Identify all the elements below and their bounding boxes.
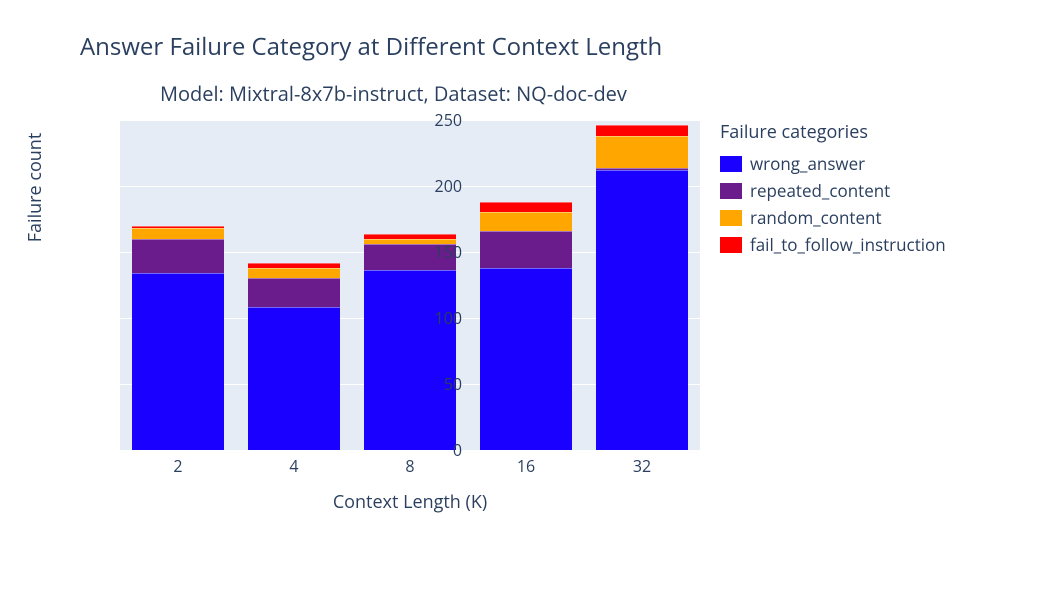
- y-tick-label: 150: [422, 241, 462, 263]
- bar-segment[interactable]: [132, 228, 224, 239]
- bar-segment[interactable]: [132, 226, 224, 229]
- bar-segment[interactable]: [248, 307, 340, 450]
- y-tick-label: 100: [422, 307, 462, 329]
- legend-item[interactable]: repeated_content: [720, 179, 946, 202]
- bar-segment[interactable]: [480, 231, 572, 268]
- y-axis-label: Failure count: [23, 133, 47, 243]
- bar-segment[interactable]: [596, 125, 688, 136]
- chart-subtitle: Model: Mixtral-8x7b-instruct, Dataset: N…: [160, 80, 627, 107]
- legend-label: repeated_content: [750, 179, 890, 202]
- bar-segment[interactable]: [596, 170, 688, 450]
- x-tick-label: 16: [486, 455, 566, 477]
- bar-segment[interactable]: [248, 278, 340, 307]
- y-tick-label: 200: [422, 175, 462, 197]
- bar-segment[interactable]: [480, 268, 572, 450]
- bar-segment[interactable]: [132, 273, 224, 450]
- legend-swatch: [720, 156, 742, 172]
- x-axis-label: Context Length (K): [120, 490, 700, 514]
- legend-title: Failure categories: [720, 120, 946, 144]
- y-tick-label: 250: [422, 109, 462, 131]
- plot-area: [120, 120, 700, 450]
- grid-line: [120, 450, 700, 451]
- bar-segment[interactable]: [248, 268, 340, 279]
- bar-segment[interactable]: [480, 212, 572, 230]
- bar-segment[interactable]: [364, 270, 456, 450]
- bar-segment[interactable]: [364, 234, 456, 239]
- bar-segment[interactable]: [596, 168, 688, 171]
- legend-item[interactable]: wrong_answer: [720, 152, 946, 175]
- grid-line: [120, 120, 700, 121]
- legend-label: fail_to_follow_instruction: [750, 233, 946, 256]
- legend: Failure categories wrong_answer repeated_…: [720, 120, 946, 260]
- y-tick-label: 50: [422, 373, 462, 395]
- legend-label: random_content: [750, 206, 882, 229]
- legend-swatch: [720, 183, 742, 199]
- legend-label: wrong_answer: [750, 152, 865, 175]
- legend-swatch: [720, 210, 742, 226]
- legend-swatch: [720, 237, 742, 253]
- x-tick-label: 2: [138, 455, 218, 477]
- bar-segment[interactable]: [248, 263, 340, 268]
- bar-segment[interactable]: [480, 202, 572, 213]
- bar-segment[interactable]: [132, 239, 224, 273]
- x-tick-label: 8: [370, 455, 450, 477]
- x-tick-label: 32: [602, 455, 682, 477]
- chart-title: Answer Failure Category at Different Con…: [80, 30, 662, 63]
- x-tick-label: 4: [254, 455, 334, 477]
- bar-segment[interactable]: [596, 136, 688, 168]
- legend-item[interactable]: fail_to_follow_instruction: [720, 233, 946, 256]
- legend-item[interactable]: random_content: [720, 206, 946, 229]
